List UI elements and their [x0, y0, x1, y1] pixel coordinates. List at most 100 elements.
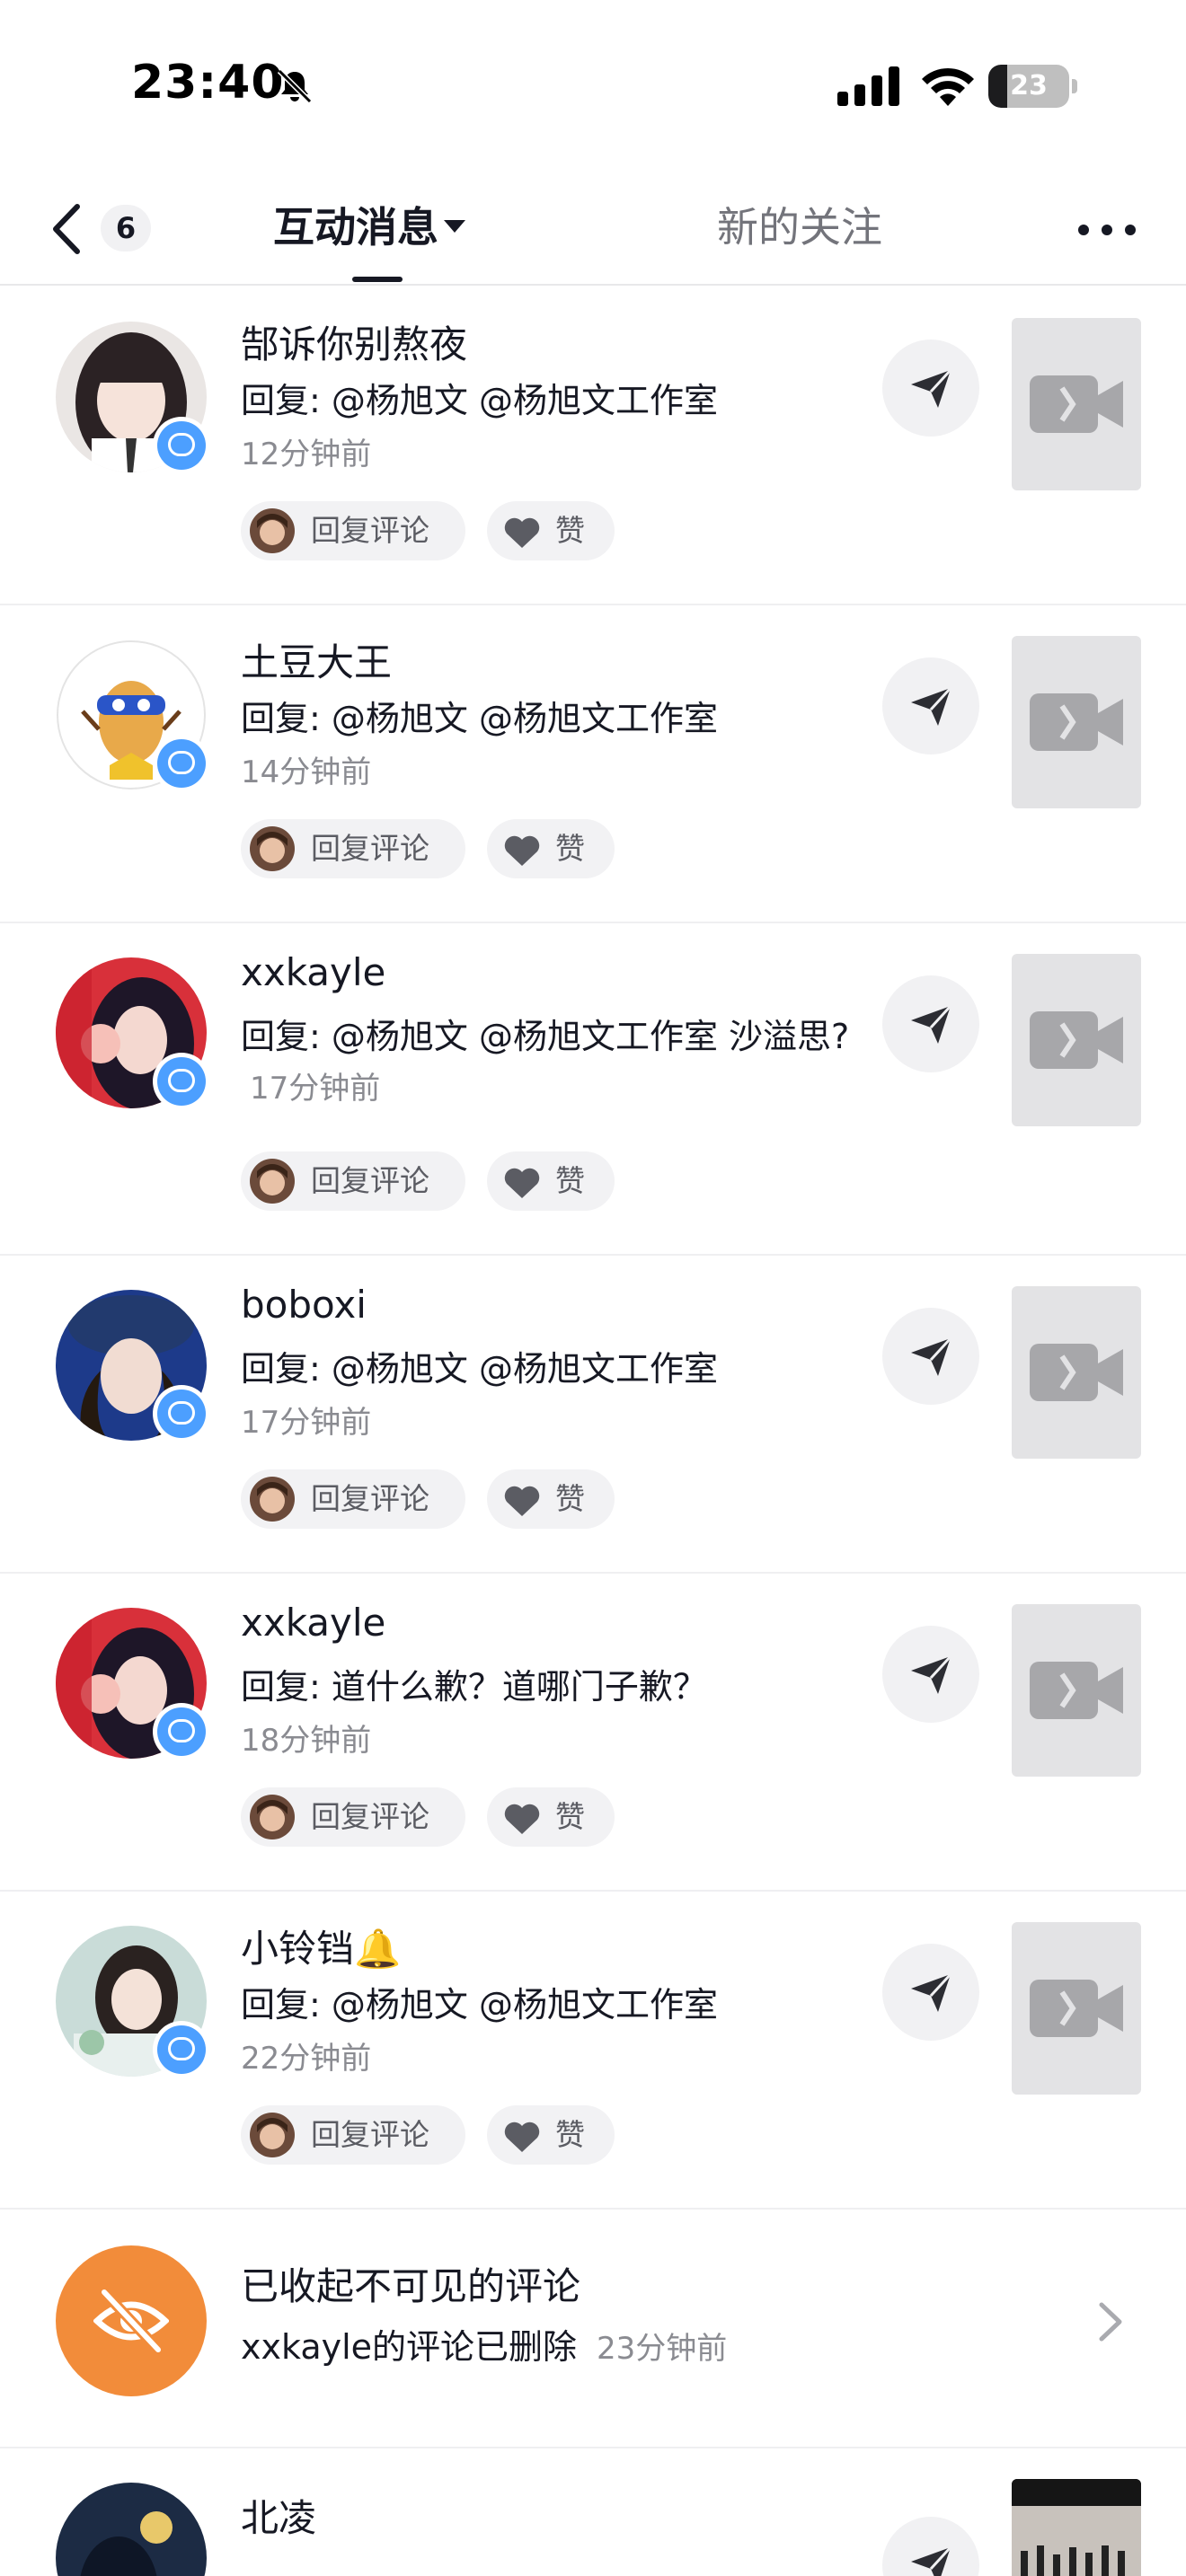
reply-comment-button[interactable]: 回复评论 — [241, 2105, 465, 2165]
reply-text: 回复: @杨旭文 @杨旭文工作室 — [241, 1985, 718, 2025]
timestamp: 14分钟前 — [241, 754, 372, 790]
more-icon[interactable] — [1075, 219, 1139, 241]
reply-comment-label: 回复评论 — [311, 1799, 429, 1834]
user-name[interactable]: xxkayle — [241, 950, 385, 994]
like-button[interactable]: 赞 — [487, 1787, 615, 1847]
video-thumbnail[interactable] — [1012, 954, 1141, 1126]
video-thumbnail[interactable] — [1012, 1604, 1141, 1777]
user-name[interactable]: boboxi — [241, 1283, 367, 1327]
like-button[interactable]: 赞 — [487, 1151, 615, 1211]
heart-icon — [504, 2122, 540, 2152]
my-avatar — [250, 1795, 295, 1839]
my-avatar — [250, 1159, 295, 1204]
send-icon — [911, 368, 952, 408]
share-button[interactable] — [882, 1308, 979, 1405]
tab-interactions[interactable]: 互动消息 — [273, 196, 465, 259]
like-button[interactable]: 赞 — [487, 501, 615, 560]
collapsed-comments-row[interactable]: 已收起不可见的评论 xxkayle的评论已删除 23分钟前 — [0, 2210, 1186, 2448]
notification-row[interactable]: 小铃铛🔔 回复: @杨旭文 @杨旭文工作室 22分钟前 回复评论 赞 — [0, 1892, 1186, 2210]
like-button[interactable]: 赞 — [487, 1469, 615, 1529]
reply-comment-button[interactable]: 回复评论 — [241, 501, 465, 560]
notification-row[interactable]: 郜诉你别熬夜 回复: @杨旭文 @杨旭文工作室 12分钟前 回复评论 赞 — [0, 287, 1186, 605]
send-icon — [911, 686, 952, 726]
share-button[interactable] — [882, 2517, 979, 2576]
user-name[interactable]: 郜诉你别熬夜 — [241, 314, 467, 369]
video-camera-icon — [1030, 1011, 1123, 1069]
user-name[interactable]: 北凌 — [241, 2488, 316, 2543]
notification-row[interactable]: 土豆大王 回复: @杨旭文 @杨旭文工作室 14分钟前 回复评论 赞 — [0, 605, 1186, 923]
timestamp: 12分钟前 — [241, 437, 372, 472]
reply-comment-button[interactable]: 回复评论 — [241, 1151, 465, 1211]
send-icon — [911, 1337, 952, 1376]
my-avatar — [250, 826, 295, 871]
video-thumbnail[interactable] — [1012, 2479, 1141, 2576]
battery-level: 23 — [1010, 70, 1048, 101]
user-name[interactable]: 小铃铛🔔 — [241, 1919, 401, 1973]
timestamp: 22分钟前 — [241, 2041, 372, 2077]
comment-badge-icon — [153, 1053, 210, 1110]
reply-comment-button[interactable]: 回复评论 — [241, 819, 465, 878]
user-name[interactable]: 土豆大王 — [241, 632, 392, 687]
back-count-badge[interactable]: 6 — [101, 205, 151, 251]
heart-icon — [504, 1486, 540, 1516]
heart-icon — [504, 835, 540, 866]
reply-comment-label: 回复评论 — [311, 1481, 429, 1516]
share-button[interactable] — [882, 1944, 979, 2041]
video-thumbnail[interactable] — [1012, 636, 1141, 808]
tab-new-followers[interactable]: 新的关注 — [717, 196, 882, 259]
comment-badge-icon — [153, 417, 210, 474]
like-label: 赞 — [555, 1163, 585, 1198]
back-icon[interactable] — [40, 198, 97, 260]
reply-comment-button[interactable]: 回复评论 — [241, 1787, 465, 1847]
collapsed-subtitle: xxkayle的评论已删除 23分钟前 — [241, 2319, 727, 2369]
share-button[interactable] — [882, 657, 979, 754]
notification-list: 郜诉你别熬夜 回复: @杨旭文 @杨旭文工作室 12分钟前 回复评论 赞 土豆大… — [0, 287, 1186, 2576]
tab-interactions-label: 互动消息 — [273, 203, 438, 251]
video-camera-icon — [1030, 375, 1123, 433]
video-thumbnail[interactable] — [1012, 1286, 1141, 1459]
collapsed-title: 已收起不可见的评论 — [241, 2264, 581, 2308]
send-icon — [911, 1972, 952, 2012]
chevron-right-icon[interactable] — [1094, 2299, 1127, 2344]
reply-text: 回复: 道什么歉？道哪门子歉？ — [241, 1667, 707, 1707]
reply-comment-label: 回复评论 — [311, 1163, 429, 1198]
send-icon — [911, 1004, 952, 1044]
like-label: 赞 — [555, 1799, 585, 1834]
comment-badge-icon — [153, 1385, 210, 1442]
collapsed-subtitle-text: xxkayle的评论已删除 — [241, 2327, 578, 2367]
reply-text: 回复: @杨旭文 @杨旭文工作室 — [241, 381, 718, 420]
reply-comment-label: 回复评论 — [311, 831, 429, 866]
notification-row[interactable]: xxkayle 回复: 道什么歉？道哪门子歉？ 18分钟前 回复评论 赞 — [0, 1574, 1186, 1892]
send-icon — [911, 2545, 952, 2576]
notification-row[interactable]: xxkayle 回复: @杨旭文 @杨旭文工作室 沙溢思?17分钟前 回复评论 … — [0, 923, 1186, 1256]
my-avatar — [250, 2113, 295, 2157]
heart-icon — [504, 1804, 540, 1834]
send-icon — [911, 1654, 952, 1694]
share-button[interactable] — [882, 340, 979, 437]
user-name[interactable]: xxkayle — [241, 1601, 385, 1645]
notification-row[interactable]: 北凌 — [0, 2448, 1186, 2576]
wifi-icon — [922, 67, 974, 106]
heart-icon — [504, 1168, 540, 1198]
status-time: 23:40 — [131, 56, 285, 110]
like-label: 赞 — [555, 2117, 585, 2152]
reply-text: 回复: @杨旭文 @杨旭文工作室 沙溢思? 17分钟前 — [241, 1011, 870, 1114]
timestamp: 17分钟前 — [241, 1405, 372, 1441]
reply-comment-button[interactable]: 回复评论 — [241, 1469, 465, 1529]
status-bar: 23:40 23 — [0, 0, 1186, 171]
eye-off-icon — [93, 2288, 169, 2354]
video-thumbnail[interactable] — [1012, 1922, 1141, 2095]
like-button[interactable]: 赞 — [487, 2105, 615, 2165]
cellular-signal-icon — [837, 66, 899, 106]
share-button[interactable] — [882, 1626, 979, 1723]
comment-badge-icon — [153, 2021, 210, 2078]
share-button[interactable] — [882, 975, 979, 1072]
video-thumbnail[interactable] — [1012, 318, 1141, 490]
notification-row[interactable]: boboxi 回复: @杨旭文 @杨旭文工作室 17分钟前 回复评论 赞 — [0, 1256, 1186, 1574]
reply-text: 回复: @杨旭文 @杨旭文工作室 — [241, 699, 718, 738]
reply-text-content: 回复: @杨旭文 @杨旭文工作室 沙溢思? — [241, 1017, 850, 1056]
reply-comment-label: 回复评论 — [311, 2117, 429, 2152]
comment-badge-icon — [153, 735, 210, 792]
avatar[interactable] — [56, 2483, 207, 2576]
like-button[interactable]: 赞 — [487, 819, 615, 878]
